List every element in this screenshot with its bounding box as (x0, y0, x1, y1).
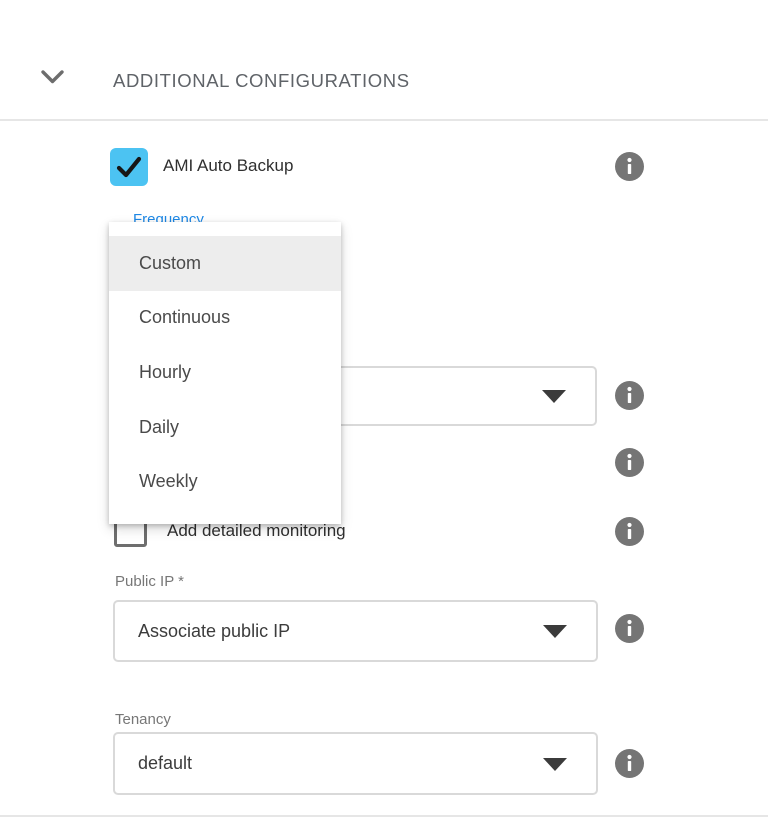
tenancy-select[interactable]: default (113, 732, 598, 795)
ami-auto-backup-label: AMI Auto Backup (163, 156, 293, 176)
caret-down-icon (543, 758, 567, 771)
public-ip-select[interactable]: Associate public IP (113, 600, 598, 662)
info-icon[interactable] (615, 749, 644, 778)
menu-item-weekly[interactable]: Weekly (109, 454, 341, 509)
public-ip-select-value: Associate public IP (138, 621, 290, 642)
section-title: ADDITIONAL CONFIGURATIONS (113, 70, 410, 92)
divider (0, 119, 768, 121)
info-icon[interactable] (615, 152, 644, 181)
tenancy-label: Tenancy (115, 711, 171, 728)
ami-auto-backup-checkbox[interactable] (110, 148, 148, 186)
info-icon[interactable] (615, 381, 644, 410)
public-ip-label: Public IP * (115, 573, 184, 590)
caret-down-icon (542, 390, 566, 403)
menu-item-hourly[interactable]: Hourly (109, 345, 341, 400)
menu-item-continuous[interactable]: Continuous (109, 291, 341, 346)
menu-item-daily[interactable]: Daily (109, 400, 341, 455)
info-icon[interactable] (615, 614, 644, 643)
chevron-down-icon[interactable] (40, 69, 65, 85)
divider (0, 815, 768, 817)
info-icon[interactable] (615, 448, 644, 477)
additional-configurations-panel: ADDITIONAL CONFIGURATIONS AMI Auto Backu… (0, 0, 768, 831)
check-icon (110, 148, 148, 186)
tenancy-select-value: default (138, 753, 192, 774)
info-icon[interactable] (615, 517, 644, 546)
caret-down-icon (543, 625, 567, 638)
frequency-dropdown-menu: Custom Continuous Hourly Daily Weekly (109, 222, 341, 524)
menu-item-custom[interactable]: Custom (109, 236, 341, 291)
detailed-monitoring-label: Add detailed monitoring (167, 521, 346, 541)
